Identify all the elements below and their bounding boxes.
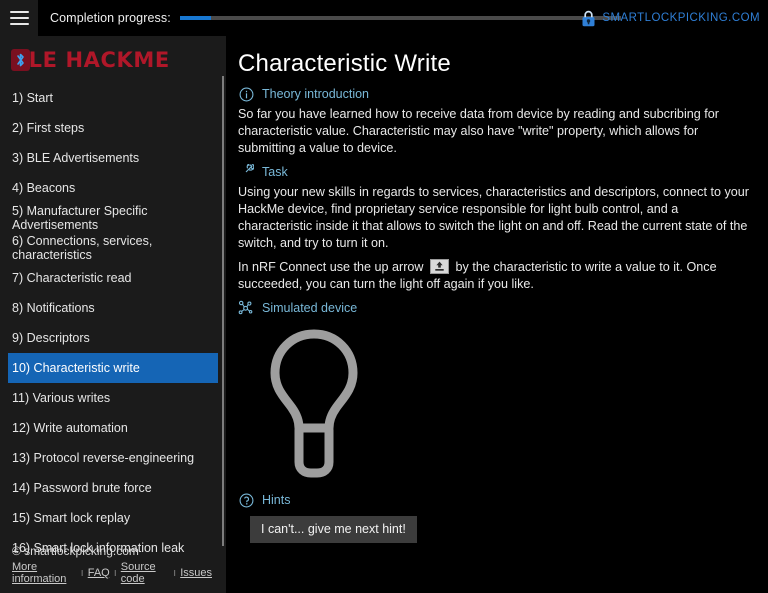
sidebar-footer: © smartlockpicking.com More information ı… (12, 544, 212, 585)
simulated-device-header[interactable]: Simulated device (238, 300, 750, 316)
sidebar-item-14[interactable]: 14) Password brute force (8, 473, 218, 503)
info-circle-icon (238, 86, 254, 102)
sidebar-item-4[interactable]: 4) Beacons (8, 173, 218, 203)
sidebar-item-7[interactable]: 7) Characteristic read (8, 263, 218, 293)
sidebar-item-2[interactable]: 2) First steps (8, 113, 218, 143)
footer-link-2[interactable]: FAQ (88, 567, 110, 579)
simulated-device-label: Simulated device (262, 301, 357, 315)
sidebar-item-1[interactable]: 1) Start (8, 83, 218, 113)
sidebar-item-3[interactable]: 3) BLE Advertisements (8, 143, 218, 173)
theory-introduction-header[interactable]: Theory introduction (238, 86, 750, 102)
upload-arrow-icon (430, 259, 449, 274)
progress-bar-fill (180, 16, 211, 20)
sidebar-scrollbar[interactable] (222, 76, 224, 546)
target-icon (238, 164, 254, 180)
sidebar-item-9[interactable]: 9) Descriptors (8, 323, 218, 353)
copyright-text: © smartlockpicking.com (12, 544, 212, 558)
padlock-icon (581, 10, 596, 27)
footer-link-separator: ı (114, 567, 117, 579)
hamburger-icon-line (10, 23, 29, 25)
footer-link-4[interactable]: Issues (180, 567, 212, 579)
theory-introduction-label: Theory introduction (262, 87, 369, 101)
hints-header[interactable]: Hints (238, 492, 750, 508)
sidebar-nav: 1) Start2) First steps3) BLE Advertiseme… (0, 83, 226, 563)
sidebar-title-text: BLE HACKME (12, 48, 170, 72)
page-title: Characteristic Write (238, 50, 750, 78)
sidebar-item-15[interactable]: 15) Smart lock replay (8, 503, 218, 533)
sidebar-item-12[interactable]: 12) Write automation (8, 413, 218, 443)
brand-text: SMARTLOCKPICKING.COM (602, 12, 760, 24)
next-hint-button[interactable]: I can't... give me next hint! (250, 516, 417, 543)
task-label: Task (262, 165, 288, 179)
hints-label: Hints (262, 493, 290, 507)
sidebar-item-8[interactable]: 8) Notifications (8, 293, 218, 323)
task-paragraph-2-before: In nRF Connect use the up arrow (238, 260, 424, 274)
footer-link-3[interactable]: Source code (121, 561, 169, 585)
hamburger-icon-line (10, 11, 29, 13)
main-content: Characteristic Write Theory introduction… (226, 36, 768, 593)
light-bulb-indicator (260, 326, 750, 486)
progress-bar-track (180, 16, 621, 20)
sidebar-item-13[interactable]: 13) Protocol reverse-engineering (8, 443, 218, 473)
bluetooth-icon (11, 49, 30, 71)
sidebar-item-6[interactable]: 6) Connections, services, characteristic… (8, 233, 218, 263)
footer-links: More information ı FAQ ı Source code ı Issues (12, 561, 212, 585)
task-header[interactable]: Task (238, 164, 750, 180)
brand-link[interactable]: SMARTLOCKPICKING.COM (581, 0, 760, 36)
progress-label: Completion progress: (50, 11, 171, 25)
task-paragraph-2: In nRF Connect use the up arrow by the c… (238, 259, 750, 293)
theory-paragraph: So far you have learned how to receive d… (238, 106, 750, 157)
sidebar-title: BLE HACKME (12, 45, 226, 75)
footer-link-separator: ı (81, 567, 84, 579)
sidebar: BLE HACKME 1) Start2) First steps3) BLE … (0, 36, 226, 593)
top-bar: Completion progress: SMARTLOCKPICKING.CO… (0, 0, 768, 36)
sidebar-item-10[interactable]: 10) Characteristic write (8, 353, 218, 383)
sidebar-item-5[interactable]: 5) Manufacturer Specific Advertisements (8, 203, 218, 233)
task-paragraph-1: Using your new skills in regards to serv… (238, 184, 750, 252)
lightbulb-icon (260, 326, 368, 481)
footer-link-separator: ı (173, 567, 176, 579)
hamburger-icon-line (10, 17, 29, 19)
hamburger-menu-button[interactable] (0, 0, 38, 36)
network-nodes-icon (238, 300, 254, 316)
footer-link-1[interactable]: More information (12, 561, 77, 585)
question-circle-icon (238, 492, 254, 508)
sidebar-item-11[interactable]: 11) Various writes (8, 383, 218, 413)
